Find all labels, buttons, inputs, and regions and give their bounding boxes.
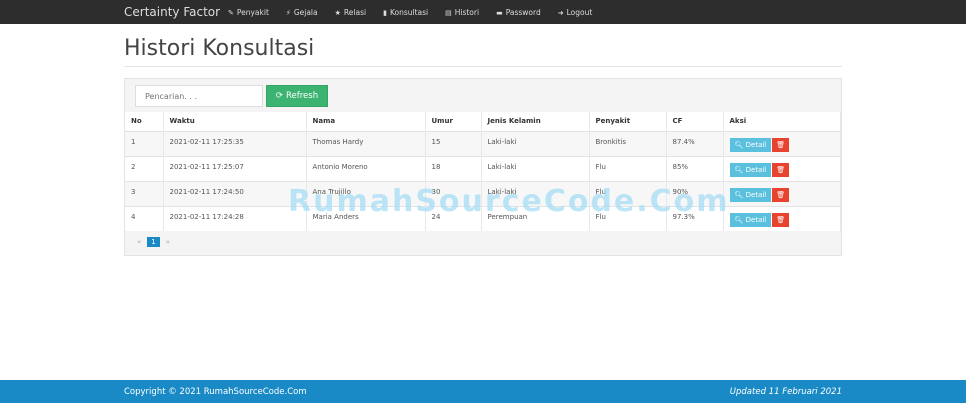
table-cell: 18 [425,155,482,181]
search-icon: 🔍︎ [734,215,744,224]
table-cell: 15 [425,130,482,156]
table-cell: 2021-02-11 17:24:50 [163,180,307,206]
star-icon: ★ [334,9,341,17]
detail-button[interactable]: 🔍︎ Detail [729,212,772,227]
trash-icon: 🗑︎ [776,140,786,149]
nav-item-penyakit[interactable]: ✎ Penyakit [228,8,269,17]
history-table: No Waktu Nama Umur Jenis Kelamin Penyakit CF Ak… [125,112,841,231]
updated-text: Updated 11 Februari 2021 [729,387,842,397]
table-cell: 4 [125,205,164,231]
table-row: 4 2021-02-11 17:24:28 Maria Anders 24 Peremp… [125,205,841,231]
divider [124,66,842,67]
detail-button[interactable]: 🔍︎ Detail [729,187,772,202]
pagination-page-1[interactable]: 1 [147,237,160,247]
table-row: 1 2021-02-11 17:25:35 Thomas Hardy 15 Laki-l… [125,130,841,156]
table-cell: Flu [589,155,667,181]
column-header: Jenis Kelamin [481,112,590,131]
trash-icon: 🗑︎ [776,165,786,174]
table-cell: Thomas Hardy [306,130,426,156]
actions-cell: 🔍︎ Detail 🗑︎ [723,130,841,156]
history-panel: ⟳ Refresh NoWaktuNamaUmurJenis KelaminPe… [124,78,842,256]
actions-cell: 🔍︎ Detail 🗑︎ [723,155,841,181]
table-cell: 3 [125,180,164,206]
refresh-label: Refresh [286,91,319,101]
table-cell: 24 [425,205,482,231]
table-cell: Antonio Moreno [306,155,426,181]
trash-icon: 🗑︎ [776,215,786,224]
nav-item-konsultasi[interactable]: ▮ Konsultasi [383,8,428,17]
column-header: CF [666,112,724,131]
lock-icon: ▬ [496,9,503,17]
column-header: Waktu [163,112,307,131]
table-cell: 2021-02-11 17:24:28 [163,205,307,231]
table-cell: 30 [425,180,482,206]
nav-item-password[interactable]: ▬ Password [496,8,541,17]
stats-icon: ▮ [383,9,387,17]
refresh-button[interactable]: ⟳ Refresh [266,85,328,107]
navbar: Certainty Factor ✎ Penyakit ⚡ Gejala ★ Relasi… [0,0,966,24]
column-header: Penyakit [589,112,667,131]
pagination-next[interactable]: » [166,238,170,246]
delete-button[interactable]: 🗑︎ [772,212,790,227]
actions-cell: 🔍︎ Detail 🗑︎ [723,205,841,231]
table-cell: Ana Trujillo [306,180,426,206]
pushpin-icon: ✎ [228,9,234,17]
table-cell: Bronkitis [589,130,667,156]
refresh-icon: ⟳ [275,91,283,101]
brand[interactable]: Certainty Factor [124,5,220,19]
column-header: Aksi [723,112,841,131]
footer: Copyright © 2021 RumahSourceCode.Com Upd… [0,380,966,403]
pagination: « 1 » [137,237,170,247]
detail-button[interactable]: 🔍︎ Detail [729,162,772,177]
column-header: No [125,112,164,131]
column-header: Nama [306,112,426,131]
table-cell: Flu [589,205,667,231]
table-cell: Laki-laki [481,130,590,156]
actions-cell: 🔍︎ Detail 🗑︎ [723,180,841,206]
page-title: Histori Konsultasi [124,36,315,61]
table-cell: Perempuan [481,205,590,231]
table-cell: 97.3% [666,205,724,231]
nav-item-relasi[interactable]: ★ Relasi [335,8,366,17]
table-cell: 85% [666,155,724,181]
table-cell: 2021-02-11 17:25:35 [163,130,307,156]
table-row: 2 2021-02-11 17:25:07 Antonio Moreno 18 Laki… [125,155,841,181]
table-cell: Flu [589,180,667,206]
table-cell: Laki-laki [481,155,590,181]
table-row: 3 2021-02-11 17:24:50 Ana Trujillo 30 Laki-l… [125,180,841,206]
detail-button[interactable]: 🔍︎ Detail [729,137,772,152]
search-icon: 🔍︎ [734,190,744,199]
delete-button[interactable]: 🗑︎ [772,187,790,202]
logout-icon: ➜ [557,9,564,17]
table-cell: 87.4% [666,130,724,156]
table-cell: Laki-laki [481,180,590,206]
nav-item-gejala[interactable]: ⚡ Gejala [286,8,318,17]
flash-icon: ⚡ [285,9,291,17]
nav-item-logout[interactable]: ➜ Logout [558,8,593,17]
search-input[interactable] [135,85,263,107]
copyright-text: Copyright © 2021 RumahSourceCode.Com [124,387,307,397]
table-cell: Maria Anders [306,205,426,231]
delete-button[interactable]: 🗑︎ [772,137,790,152]
trash-icon: 🗑︎ [776,190,786,199]
column-header: Umur [425,112,482,131]
calendar-icon: ▤ [445,9,452,17]
table-cell: 2 [125,155,164,181]
search-icon: 🔍︎ [734,140,744,149]
table-cell: 1 [125,130,164,156]
delete-button[interactable]: 🗑︎ [772,162,790,177]
pagination-prev[interactable]: « [137,238,141,246]
nav-item-histori[interactable]: ▤ Histori [445,8,479,17]
table-cell: 90% [666,180,724,206]
table-cell: 2021-02-11 17:25:07 [163,155,307,181]
search-icon: 🔍︎ [734,165,744,174]
